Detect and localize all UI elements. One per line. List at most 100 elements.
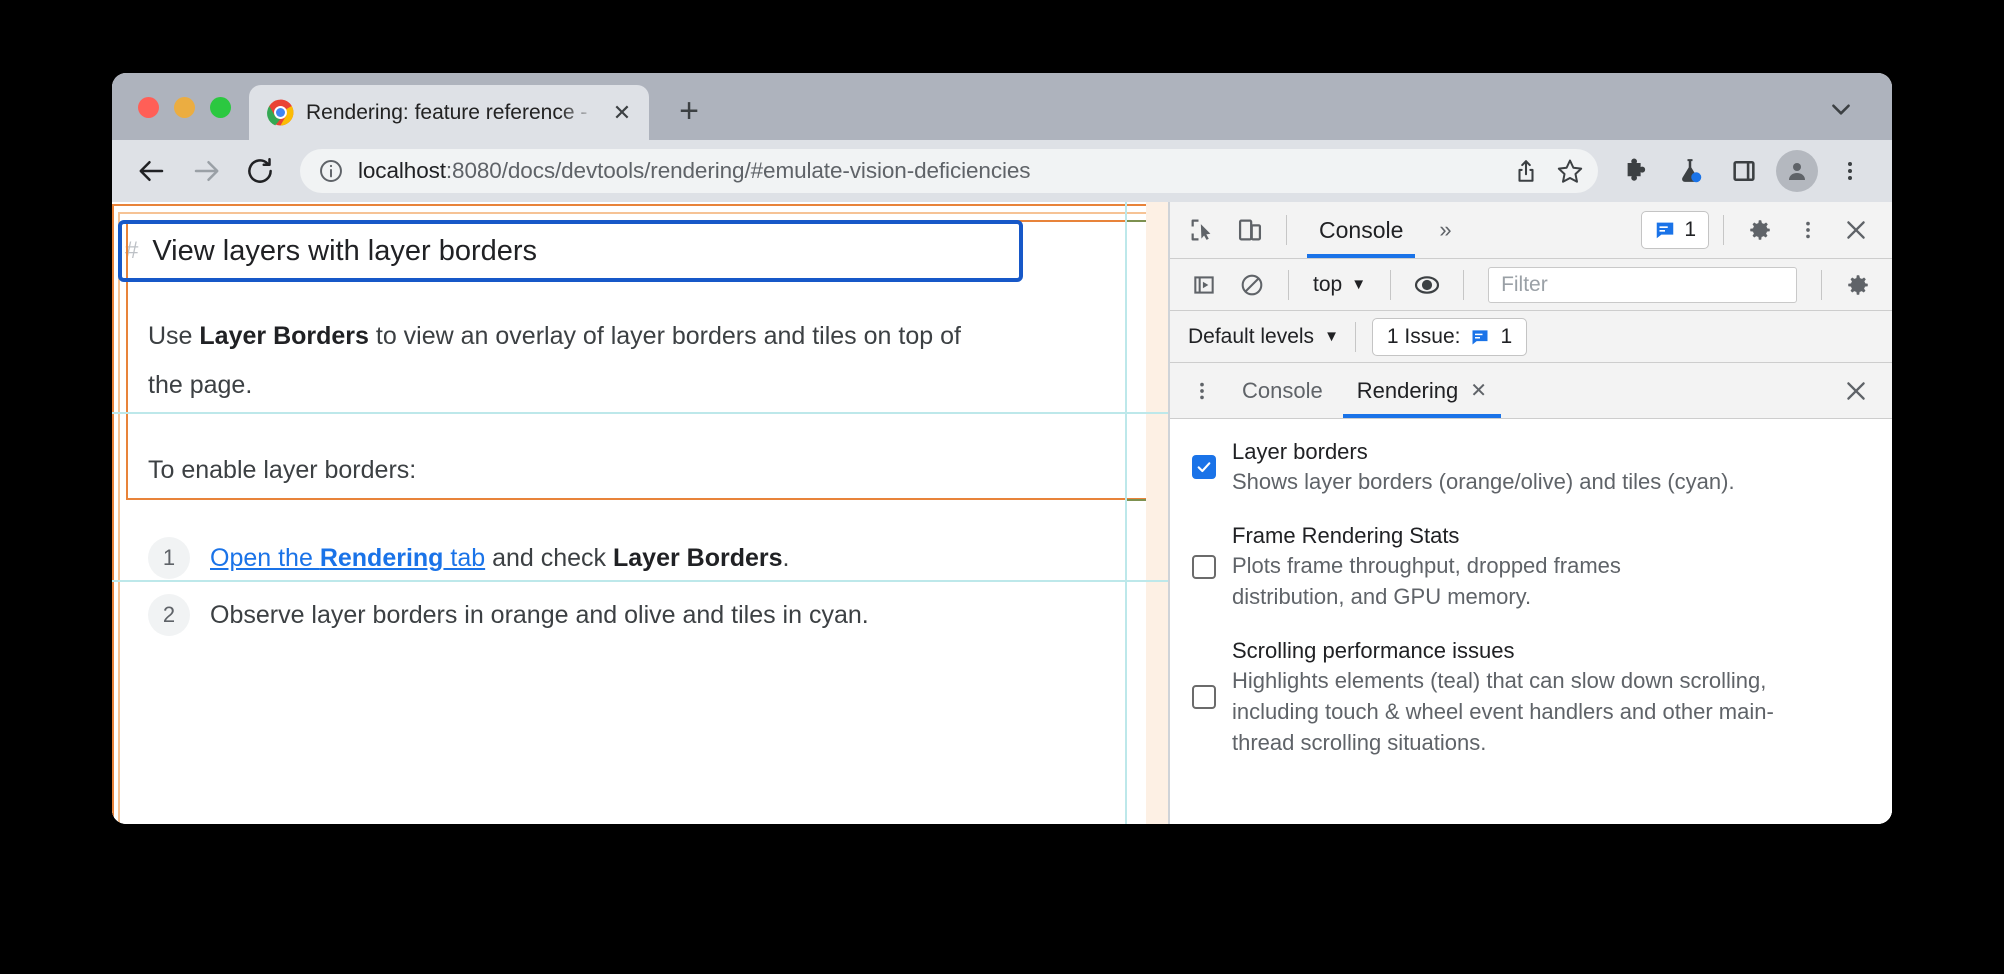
- paragraph-intro: Use Layer Borders to view an overlay of …: [148, 312, 988, 410]
- anchor-hash-icon[interactable]: #: [125, 237, 138, 265]
- maximize-window-button[interactable]: [210, 97, 231, 118]
- messages-badge-count: 1: [1684, 218, 1696, 241]
- issue-bubble-icon: [1470, 327, 1490, 347]
- list-item-number: 1: [148, 537, 190, 579]
- message-bubble-icon: [1654, 219, 1676, 241]
- url-path: :8080/docs/devtools/rendering/#emulate-v…: [445, 158, 1031, 183]
- step-text-mid: and check: [485, 543, 613, 572]
- option-title: Layer borders: [1232, 439, 1368, 464]
- gear-icon[interactable]: [1738, 208, 1782, 252]
- chevron-down-icon[interactable]: [1820, 88, 1862, 130]
- option-text: Layer borders Shows layer borders (orang…: [1232, 437, 1735, 497]
- page-title: # View layers with layer borders: [125, 227, 1018, 275]
- close-drawer-icon[interactable]: [1834, 369, 1878, 413]
- rendering-option-scrolling-performance-issues[interactable]: Scrolling performance issues Highlights …: [1192, 636, 1872, 758]
- inspect-cursor-icon[interactable]: [1180, 208, 1224, 252]
- info-circle-icon[interactable]: [318, 158, 344, 184]
- console-filter-input[interactable]: Filter: [1488, 266, 1797, 303]
- more-tabs-button[interactable]: »: [1425, 217, 1465, 243]
- star-icon[interactable]: [1548, 149, 1592, 193]
- issues-button[interactable]: 1 Issue: 1: [1371, 317, 1528, 356]
- drawer-tabbar: Console Rendering ✕: [1170, 363, 1892, 419]
- console-toolbar: top ▼ Filter: [1170, 259, 1892, 311]
- option-description: Highlights elements (teal) that can slow…: [1232, 668, 1774, 755]
- minimize-window-button[interactable]: [174, 97, 195, 118]
- chevron-down-icon: ▼: [1351, 276, 1367, 293]
- rendering-option-frame-rendering-stats[interactable]: Frame Rendering Stats Plots frame throug…: [1192, 521, 1872, 612]
- list-item-number: 2: [148, 594, 190, 636]
- console-sidebar-icon[interactable]: [1182, 263, 1226, 307]
- close-icon[interactable]: [1834, 208, 1878, 252]
- option-text: Frame Rendering Stats Plots frame throug…: [1232, 521, 1732, 612]
- layer-borders-checkbox[interactable]: [1192, 455, 1216, 479]
- divider: [1821, 269, 1822, 300]
- console-context-value: top: [1313, 272, 1343, 296]
- browser-toolbar: localhost:8080/docs/devtools/rendering/#…: [112, 140, 1892, 202]
- address-bar[interactable]: localhost:8080/docs/devtools/rendering/#…: [300, 149, 1598, 193]
- divider: [1723, 215, 1724, 245]
- three-dot-menu-icon[interactable]: [1824, 145, 1876, 197]
- live-expression-icon[interactable]: [1405, 263, 1449, 307]
- devtools-panel: Console » 1 top ▼ Filter Default levels …: [1168, 202, 1892, 824]
- divider: [1390, 269, 1392, 300]
- device-toggle-icon[interactable]: [1228, 208, 1272, 252]
- paragraph-intro-bold: Layer Borders: [199, 322, 369, 350]
- close-icon[interactable]: ✕: [1470, 378, 1487, 403]
- drawer-tab-label: Rendering: [1356, 377, 1459, 403]
- tab-console[interactable]: Console: [1301, 202, 1421, 258]
- list-item: 1 Open the Rendering tab and check Layer…: [148, 537, 1048, 579]
- close-window-button[interactable]: [138, 97, 159, 118]
- console-levels-row: Default levels ▼ 1 Issue: 1: [1170, 311, 1892, 363]
- scrolling-performance-issues-checkbox[interactable]: [1192, 685, 1216, 709]
- flask-icon[interactable]: [1664, 145, 1716, 197]
- chrome-logo-icon: [267, 99, 294, 126]
- frame-rendering-stats-checkbox[interactable]: [1192, 554, 1216, 579]
- devtools-tabbar: Console » 1: [1170, 202, 1892, 259]
- chevron-down-icon: ▼: [1324, 328, 1339, 345]
- console-context-selector[interactable]: top ▼: [1303, 273, 1376, 297]
- gear-icon[interactable]: [1836, 263, 1880, 307]
- browser-tab-title: Rendering: feature reference -: [306, 100, 588, 124]
- rendering-tab-link[interactable]: Open the Rendering tab: [210, 544, 485, 572]
- tab-strip: Rendering: feature reference - ✕ +: [112, 73, 1892, 140]
- link-post: tab: [443, 543, 486, 572]
- paragraph-intro-pre: Use: [148, 322, 200, 350]
- three-dot-menu-icon[interactable]: [1786, 208, 1830, 252]
- close-icon[interactable]: ✕: [607, 98, 637, 128]
- log-levels-label: Default levels: [1188, 324, 1315, 348]
- window-traffic-lights: [112, 97, 249, 140]
- browser-tab-active[interactable]: Rendering: feature reference - ✕: [249, 85, 649, 140]
- step-text-end: .: [782, 543, 790, 572]
- option-text: Scrolling performance issues Highlights …: [1232, 636, 1832, 758]
- profile-avatar-icon[interactable]: [1776, 150, 1818, 192]
- link-pre: Open the: [210, 543, 320, 572]
- issues-count: 1: [1500, 324, 1513, 348]
- log-levels-selector[interactable]: Default levels ▼: [1188, 325, 1339, 349]
- drawer-tab-console[interactable]: Console: [1226, 363, 1339, 418]
- step-text-bold: Layer Borders: [613, 543, 783, 572]
- page-title-text: View layers with layer borders: [152, 234, 538, 267]
- back-arrow-icon[interactable]: [126, 145, 178, 197]
- new-tab-button[interactable]: +: [663, 85, 715, 137]
- clear-console-icon[interactable]: [1230, 263, 1274, 307]
- option-description: Shows layer borders (orange/olive) and t…: [1232, 469, 1735, 494]
- rendering-option-layer-borders[interactable]: Layer borders Shows layer borders (orang…: [1192, 437, 1872, 497]
- list-item: 2 Observe layer borders in orange and ol…: [148, 594, 1048, 636]
- three-dot-menu-icon[interactable]: [1180, 369, 1224, 413]
- paragraph-enable: To enable layer borders:: [148, 456, 417, 484]
- drawer-tab-label: Console: [1242, 377, 1323, 403]
- messages-badge[interactable]: 1: [1641, 211, 1709, 249]
- browser-window: Rendering: feature reference - ✕ + local…: [112, 73, 1892, 824]
- divider: [1354, 321, 1356, 352]
- link-bold: Rendering: [319, 543, 444, 572]
- url-host: localhost: [358, 158, 446, 183]
- reload-icon[interactable]: [234, 145, 286, 197]
- list-item-text: Open the Rendering tab and check Layer B…: [210, 544, 789, 573]
- side-panel-icon[interactable]: [1718, 145, 1770, 197]
- viewport: # View layers with layer borders Use Lay…: [112, 202, 1892, 824]
- issues-label: 1 Issue:: [1386, 324, 1461, 348]
- share-icon[interactable]: [1504, 149, 1548, 193]
- page-content-pane: # View layers with layer borders Use Lay…: [112, 202, 1168, 824]
- puzzle-piece-icon[interactable]: [1610, 145, 1662, 197]
- drawer-tab-rendering[interactable]: Rendering ✕: [1341, 363, 1503, 418]
